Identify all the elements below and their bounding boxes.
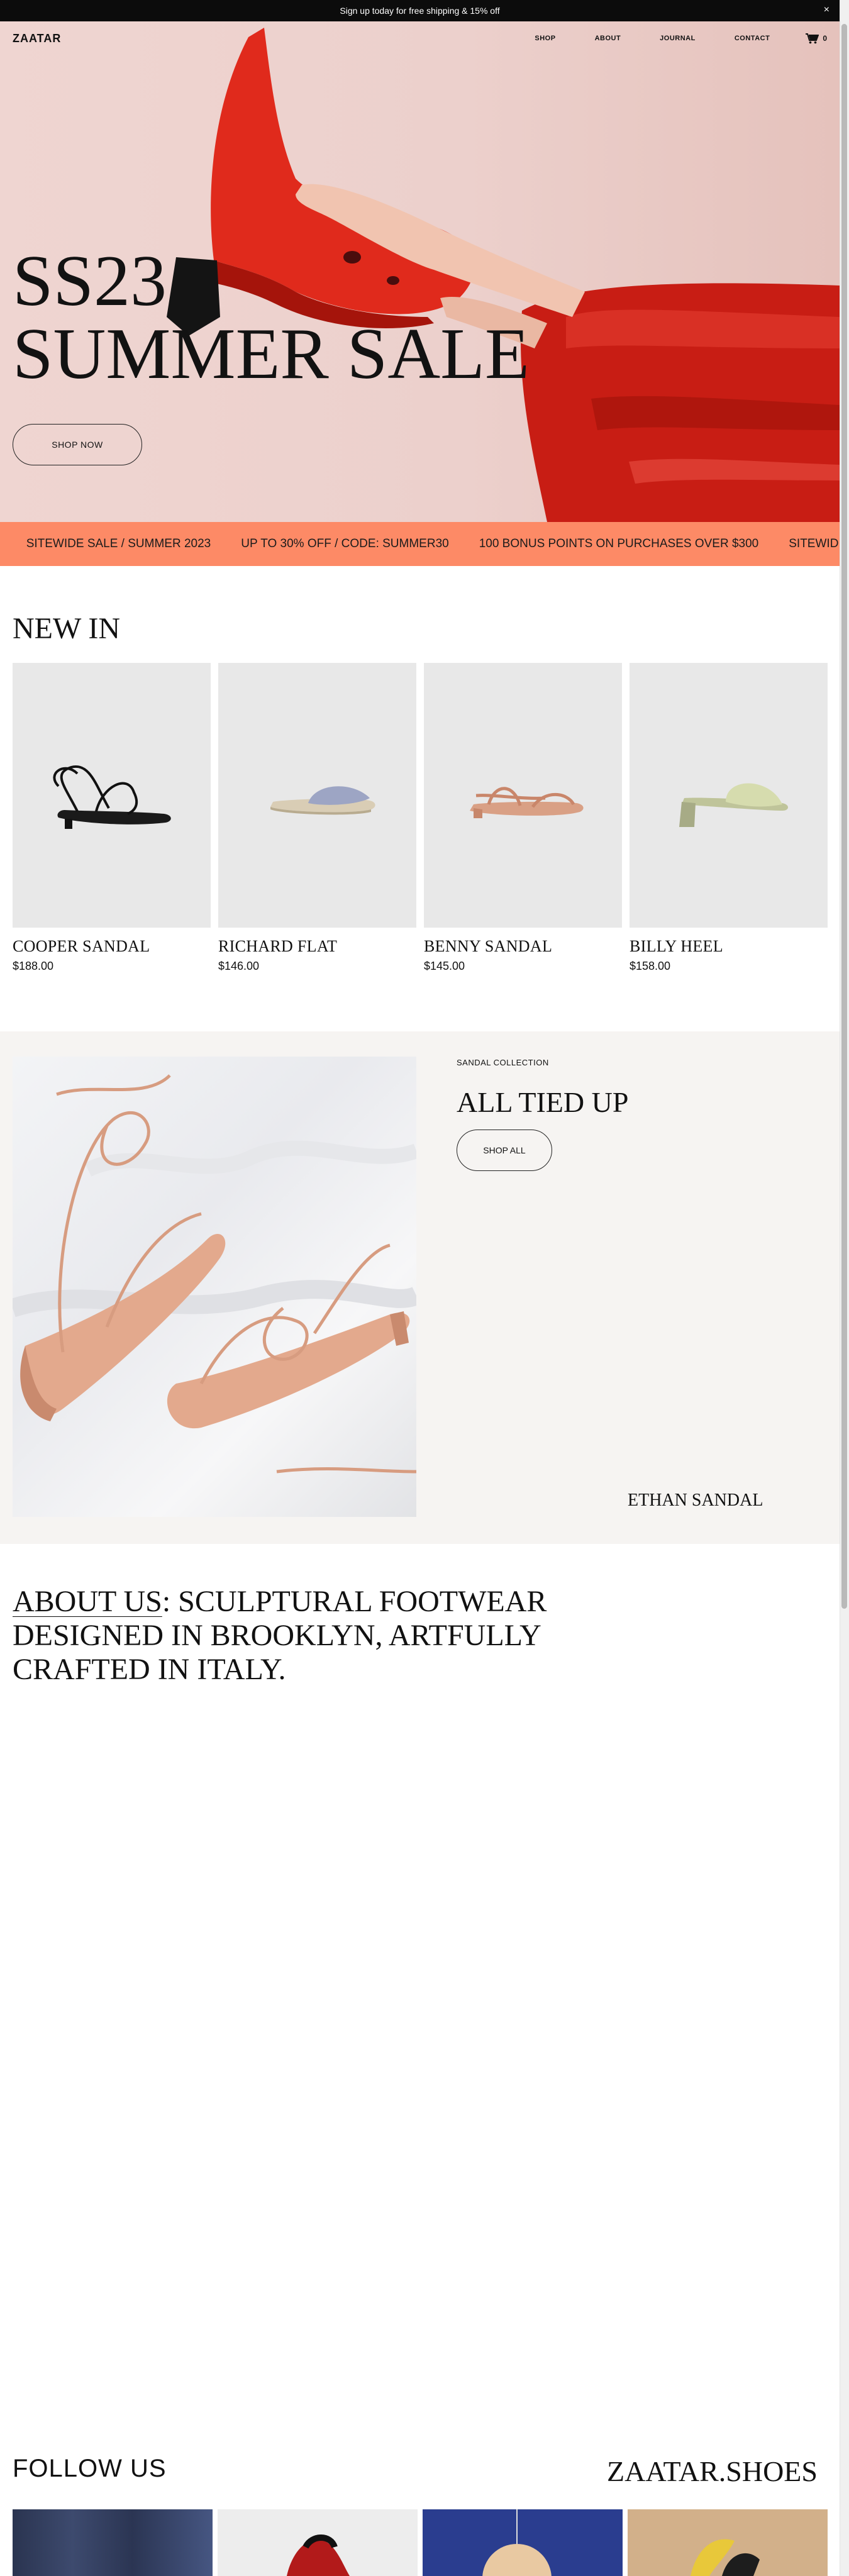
hero-banner: SS23 SUMMER SALE SHOP NOW [0,21,840,522]
instagram-handle-link[interactable]: ZAATAR.SHOES [607,2455,818,2488]
product-price: $145.00 [424,960,465,972]
banana-shoe-image [691,2539,760,2576]
instagram-post[interactable] [628,2509,828,2576]
instagram-post[interactable] [13,2509,213,2576]
product-card[interactable]: BILLY HEEL $158.00 [630,663,828,973]
product-grid: COOPER SANDAL $188.00 RICHARD FLAT $146.… [13,663,828,973]
green-block-heel-icon [679,782,788,827]
marquee-track: 300 SITEWIDE SALE / SUMMER 2023 UP TO 30… [0,537,839,551]
new-in-title: NEW IN [13,612,121,645]
product-price: $158.00 [630,960,671,972]
product-image[interactable] [630,663,828,928]
product-card[interactable]: BENNY SANDAL $145.00 [424,663,622,973]
tan-strappy-sandal-icon [469,786,584,818]
collection-label: SANDAL COLLECTION [457,1058,549,1067]
logo[interactable]: ZAATAR [13,32,61,45]
hero-title-line1: SS23 [13,241,167,321]
product-name[interactable]: RICHARD FLAT [218,937,416,956]
page-scrollbar[interactable] [840,0,849,2576]
instagram-grid [13,2509,828,2576]
cart-button[interactable]: 0 [805,33,827,44]
nav-shop[interactable]: SHOP [535,35,555,42]
shop-all-button[interactable]: SHOP ALL [457,1130,552,1171]
black-lace-up-sandal-icon [53,765,171,829]
about-statement: ABOUT US: SCULPTURAL FOOTWEAR DESIGNED I… [13,1585,566,1687]
product-name[interactable]: COOPER SANDAL [13,937,211,956]
collection-section: SANDAL COLLECTION ALL TIED UP SHOP ALL E… [0,1031,840,1544]
product-price: $146.00 [218,960,260,972]
product-name[interactable]: BILLY HEEL [630,937,828,956]
product-name[interactable]: BENNY SANDAL [424,937,622,956]
announcement-text: Sign up today for free shipping & 15% of… [340,6,500,16]
cart-icon [806,33,819,44]
product-price: $188.00 [13,960,54,972]
main-nav: SHOP ABOUT JOURNAL CONTACT [535,35,770,42]
about-us-link[interactable]: ABOUT US [13,1585,162,1618]
product-card[interactable]: RICHARD FLAT $146.00 [218,663,416,973]
collection-title: ALL TIED UP [457,1086,629,1118]
shop-now-button[interactable]: SHOP NOW [13,424,142,465]
hero-title-line2: SUMMER SALE [13,314,530,394]
tied-sandals-image [13,1074,416,1474]
nav-contact[interactable]: CONTACT [735,35,770,42]
promo-marquee: 300 SITEWIDE SALE / SUMMER 2023 UP TO 30… [0,522,840,566]
cart-count: 0 [823,34,827,43]
nav-journal[interactable]: JOURNAL [660,35,696,42]
red-shoe-image [287,2534,350,2576]
hero-title: SS23 SUMMER SALE [13,245,530,391]
sponge-image [482,2509,552,2576]
marquee-item: 100 BONUS POINTS ON PURCHASES OVER $300 [479,537,759,550]
collection-image[interactable] [13,1057,416,1517]
site-header: ZAATAR SHOP ABOUT JOURNAL CONTACT 0 [0,21,840,55]
instagram-post[interactable] [218,2509,418,2576]
product-image[interactable] [424,663,622,928]
nav-about[interactable]: ABOUT [595,35,621,42]
instagram-post[interactable] [423,2509,623,2576]
product-image[interactable] [218,663,416,928]
announcement-bar: Sign up today for free shipping & 15% of… [0,0,840,21]
marquee-item: SITEWIDE SALE / SUMMER 2023 [26,537,211,550]
close-icon[interactable]: × [824,4,830,16]
product-image[interactable] [13,663,211,928]
marquee-item: SITEWID [789,537,839,550]
marquee-item: UP TO 30% OFF / CODE: SUMMER30 [241,537,449,550]
blue-mule-flat-icon [270,786,375,814]
product-card[interactable]: COOPER SANDAL $188.00 [13,663,211,973]
scrollbar-thumb[interactable] [841,24,847,1609]
product-caption[interactable]: ETHAN SANDAL [628,1491,763,1511]
follow-us-title: FOLLOW US [13,2455,167,2482]
